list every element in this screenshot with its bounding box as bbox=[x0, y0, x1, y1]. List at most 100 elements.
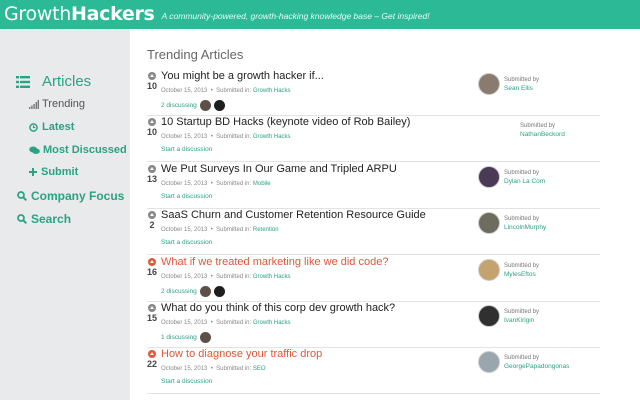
submitter-block: Submitted by IvanKirigin bbox=[478, 303, 600, 333]
submitter-avatar[interactable] bbox=[478, 166, 500, 188]
nav-latest[interactable]: Latest bbox=[29, 121, 74, 133]
article-category-link[interactable]: Mobile bbox=[253, 181, 271, 187]
discussion-area: 2 discussing bbox=[161, 286, 225, 297]
vote-count: 13 bbox=[147, 174, 158, 184]
nav-most-discussed[interactable]: Most Discussed bbox=[29, 144, 127, 156]
discussion-link[interactable]: 2 discussing bbox=[161, 288, 197, 295]
nav-company-focus[interactable]: Company Focus bbox=[17, 189, 124, 203]
nav-articles[interactable]: Articles bbox=[16, 73, 91, 90]
top-bar: GrowthHackers A community-powered, growt… bbox=[0, 0, 640, 29]
article-row: 15 What do you think of this corp dev gro… bbox=[147, 301, 600, 348]
participant-avatar[interactable] bbox=[213, 286, 225, 297]
article-title[interactable]: How to diagnose your traffic drop bbox=[161, 348, 322, 360]
submitted-in-label: Submitted in: bbox=[216, 366, 252, 372]
article-title[interactable]: We Put Surveys In Our Game and Tripled A… bbox=[161, 163, 397, 175]
signal-bars-icon bbox=[29, 99, 40, 109]
submitter-avatar[interactable] bbox=[478, 259, 500, 281]
article-category-link[interactable]: Growth Hacks bbox=[253, 320, 291, 326]
submitted-in-label: Submitted in: bbox=[216, 274, 252, 280]
article-title[interactable]: You might be a growth hacker if... bbox=[161, 70, 324, 82]
site-logo[interactable]: GrowthHackers bbox=[4, 5, 155, 24]
submitter-avatar[interactable] bbox=[478, 351, 500, 373]
article-date: October 15, 2013 bbox=[161, 227, 208, 233]
submitter-name[interactable]: Dylan La Com bbox=[504, 178, 545, 185]
article-meta: October 15, 2013 • Submitted in: Retenti… bbox=[161, 227, 279, 233]
article-title[interactable]: 10 Startup BD Hacks (keynote video of Ro… bbox=[161, 116, 410, 128]
vote-box[interactable]: 2 bbox=[147, 211, 157, 230]
submitter-name[interactable]: Sean Ellis bbox=[504, 85, 533, 92]
discussion-link[interactable]: Start a discussion bbox=[161, 193, 212, 200]
vote-box[interactable]: 15 bbox=[147, 304, 157, 323]
article-category-link[interactable]: Retention bbox=[253, 227, 279, 233]
article-date: October 15, 2013 bbox=[161, 366, 208, 372]
participant-avatar[interactable] bbox=[199, 332, 211, 343]
article-date: October 15, 2013 bbox=[161, 320, 208, 326]
nav-trending[interactable]: Trending bbox=[29, 98, 85, 110]
submitter-name[interactable]: GeorgePapadongonas bbox=[504, 363, 569, 370]
upvote-icon[interactable] bbox=[148, 258, 156, 266]
article-title[interactable]: What if we treated marketing like we did… bbox=[161, 256, 388, 268]
sidebar: Articles Trending Latest Most Discussed … bbox=[0, 29, 130, 400]
upvote-icon[interactable] bbox=[148, 72, 156, 80]
submitter-avatar[interactable] bbox=[478, 212, 500, 234]
upvote-icon[interactable] bbox=[148, 350, 156, 358]
submitter-block: Submitted by LincolnMurphy bbox=[478, 210, 600, 240]
upvote-icon[interactable] bbox=[148, 211, 156, 219]
vote-count: 15 bbox=[147, 313, 158, 323]
discussion-link[interactable]: 2 discussing bbox=[161, 102, 197, 109]
submitter-name[interactable]: NathanBeckord bbox=[520, 131, 565, 138]
vote-count: 22 bbox=[147, 359, 158, 369]
nav-most-discussed-label: Most Discussed bbox=[43, 144, 127, 156]
article-category-link[interactable]: Growth Hacks bbox=[253, 88, 291, 94]
nav-trending-label: Trending bbox=[42, 98, 86, 110]
upvote-icon[interactable] bbox=[148, 165, 156, 173]
vote-count: 16 bbox=[147, 267, 158, 277]
discussion-area: Start a discussion bbox=[161, 146, 212, 153]
article-title[interactable]: SaaS Churn and Customer Retention Resour… bbox=[161, 209, 426, 221]
vote-box[interactable]: 10 bbox=[147, 118, 157, 137]
vote-box[interactable]: 13 bbox=[147, 165, 157, 184]
article-date: October 15, 2013 bbox=[161, 134, 208, 140]
upvote-icon[interactable] bbox=[148, 118, 156, 126]
discussion-area: 1 discussing bbox=[161, 332, 211, 343]
nav-company-focus-label: Company Focus bbox=[31, 189, 125, 203]
nav-submit[interactable]: Submit bbox=[29, 166, 78, 178]
discussion-link[interactable]: Start a discussion bbox=[161, 378, 212, 385]
article-meta: October 15, 2013 • Submitted in: Mobile bbox=[161, 181, 271, 187]
submitter-name[interactable]: MylesEftos bbox=[504, 271, 536, 278]
discussion-area: Start a discussion bbox=[161, 239, 212, 246]
list-icon bbox=[16, 75, 30, 88]
participant-avatar[interactable] bbox=[213, 100, 225, 111]
submitter-name[interactable]: LincolnMurphy bbox=[504, 224, 546, 231]
discussion-link[interactable]: Start a discussion bbox=[161, 239, 212, 246]
upvote-icon[interactable] bbox=[148, 304, 156, 312]
article-category-link[interactable]: Growth Hacks bbox=[253, 134, 291, 140]
article-title[interactable]: What do you think of this corp dev growt… bbox=[161, 302, 395, 314]
nav-search-label: Search bbox=[31, 212, 72, 226]
article-row: 16 What if we treated marketing like we d… bbox=[147, 255, 600, 302]
discussion-link[interactable]: Start a discussion bbox=[161, 146, 212, 153]
submitter-avatar[interactable] bbox=[478, 305, 500, 327]
discussion-area: 2 discussing bbox=[161, 100, 225, 111]
discussion-link[interactable]: 1 discussing bbox=[161, 334, 197, 341]
participant-avatar[interactable] bbox=[199, 100, 211, 111]
participant-avatar[interactable] bbox=[199, 286, 211, 297]
vote-box[interactable]: 16 bbox=[147, 258, 157, 277]
submitter-avatar[interactable] bbox=[478, 73, 500, 95]
vote-count: 10 bbox=[147, 81, 158, 91]
nav-articles-label: Articles bbox=[42, 73, 92, 90]
search-icon bbox=[17, 214, 28, 224]
nav-search[interactable]: Search bbox=[17, 212, 71, 226]
submitted-by-label: Submitted by bbox=[504, 263, 540, 269]
vote-box[interactable]: 10 bbox=[147, 72, 157, 91]
submitter-name[interactable]: IvanKirigin bbox=[504, 317, 534, 324]
plus-icon bbox=[29, 168, 38, 176]
article-meta: October 15, 2013 • Submitted in: Growth … bbox=[161, 88, 291, 94]
article-date: October 15, 2013 bbox=[161, 88, 208, 94]
clock-icon bbox=[29, 122, 39, 132]
vote-box[interactable]: 22 bbox=[147, 350, 157, 369]
article-category-link[interactable]: Growth Hacks bbox=[253, 274, 291, 280]
submitter-block: Submitted by GeorgePapadongonas bbox=[478, 349, 600, 379]
article-category-link[interactable]: SEO bbox=[253, 366, 266, 372]
article-date: October 15, 2013 bbox=[161, 181, 208, 187]
